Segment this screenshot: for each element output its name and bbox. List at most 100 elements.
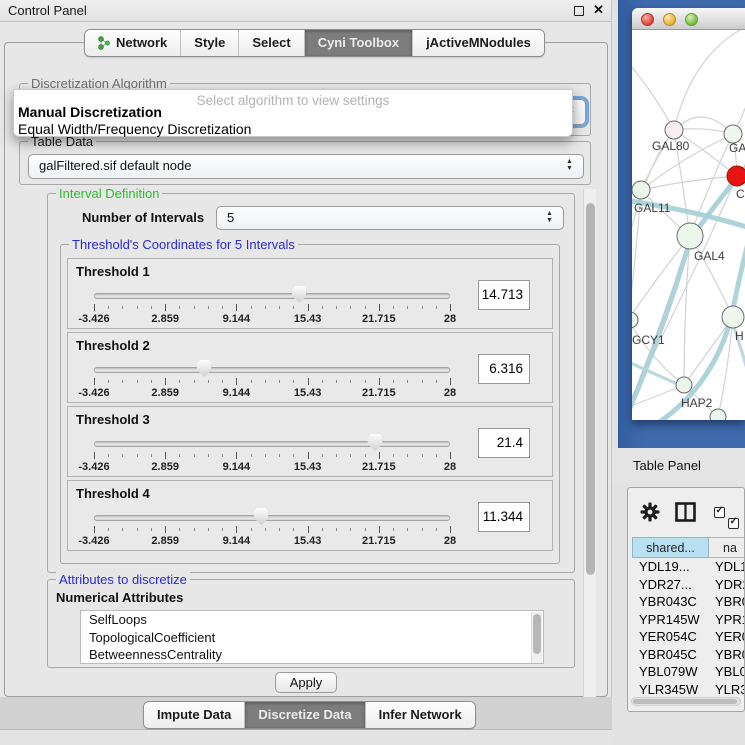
tab-cyni-toolbox[interactable]: Cyni Toolbox	[304, 30, 412, 56]
checkbox-icon[interactable]	[714, 507, 725, 518]
node-label: GA	[729, 141, 745, 155]
table-data-group: Table Data galFiltered.sif default node …	[19, 141, 591, 185]
cell-name[interactable]: YLR3	[709, 681, 745, 699]
close-traffic-light-icon[interactable]	[641, 13, 654, 26]
cell-name[interactable]: YBR0	[709, 593, 745, 611]
cell-name[interactable]: YDR2	[709, 576, 745, 594]
table-panel-title: Table Panel	[633, 458, 701, 473]
table-row[interactable]: YBR045CYBR0	[632, 646, 745, 664]
scrollbar-thumb[interactable]	[586, 203, 595, 575]
attribute-list-item[interactable]: TopologicalCoefficient	[81, 629, 543, 647]
right-panel: GAL80GACGAL11GAL4GCY1HHAP2 Table Panel s…	[612, 0, 745, 745]
table-row[interactable]: YBR043CYBR0	[632, 593, 745, 611]
network-node[interactable]	[632, 181, 650, 199]
table-row[interactable]: YDL19...YDL1	[632, 558, 745, 576]
network-window-titlebar[interactable]	[632, 8, 745, 30]
attribute-list-item[interactable]: BetweennessCentrality	[81, 646, 543, 664]
table-data-combobox[interactable]: galFiltered.sif default node ▲▼	[28, 154, 584, 179]
network-canvas[interactable]: GAL80GACGAL11GAL4GCY1HHAP2	[632, 30, 745, 420]
tick-mark	[436, 380, 437, 383]
cell-shared-name[interactable]: YDL19...	[632, 558, 709, 576]
table-row[interactable]: YER054CYER0	[632, 628, 745, 646]
column-header-shared-name[interactable]: shared...	[632, 537, 709, 558]
tick-mark	[379, 378, 380, 385]
cell-shared-name[interactable]: YDR27...	[632, 576, 709, 594]
num-intervals-combobox[interactable]: 5 ▲▼	[216, 206, 564, 230]
cell-name[interactable]: YBR0	[709, 646, 745, 664]
table-hscrollbar[interactable]	[631, 697, 741, 706]
threshold-slider[interactable]: -3.4262.8599.14415.4321.71528	[94, 433, 450, 473]
table-row[interactable]: YBL079WYBL0	[632, 663, 745, 681]
cell-shared-name[interactable]: YBR043C	[632, 593, 709, 611]
close-icon[interactable]: ✕	[593, 2, 604, 18]
slider-track[interactable]	[94, 441, 450, 447]
minimize-traffic-light-icon[interactable]	[663, 13, 676, 26]
tick-mark	[407, 454, 408, 457]
tab-network[interactable]: Network	[85, 30, 180, 56]
table-row[interactable]: YDR27...YDR2	[632, 576, 745, 594]
gear-icon[interactable]	[640, 502, 660, 527]
threshold-value-field[interactable]: 21.4	[478, 428, 530, 458]
list-scrollbar[interactable]	[531, 612, 542, 664]
slider-thumb[interactable]	[197, 360, 212, 377]
tab-select[interactable]: Select	[238, 30, 303, 56]
tab-jactivemnodules[interactable]: jActiveMNodules	[412, 30, 544, 56]
network-node[interactable]	[665, 121, 683, 139]
threshold-slider[interactable]: -3.4262.8599.14415.4321.71528	[94, 285, 450, 325]
table-row[interactable]: YPR145WYPR1	[632, 611, 745, 629]
threshold-slider[interactable]: -3.4262.8599.14415.4321.71528	[94, 507, 450, 547]
threshold-value-field[interactable]: 11.344	[478, 502, 530, 532]
threshold-slider[interactable]: -3.4262.8599.14415.4321.71528	[94, 359, 450, 399]
network-node[interactable]	[710, 409, 726, 420]
tab-discretize-data[interactable]: Discretize Data	[244, 702, 364, 728]
numerical-attributes-list[interactable]: SelfLoopsTopologicalCoefficientBetweenne…	[80, 610, 544, 664]
network-node[interactable]	[676, 377, 692, 393]
checkbox-icon[interactable]	[728, 518, 739, 529]
cell-name[interactable]: YBL0	[709, 663, 745, 681]
tick-mark	[265, 380, 266, 383]
network-node[interactable]	[727, 166, 745, 186]
network-edge	[632, 60, 674, 130]
threshold-title: Threshold 4	[76, 486, 150, 501]
cell-name[interactable]: YPR1	[709, 611, 745, 629]
tab-impute-data[interactable]: Impute Data	[144, 702, 244, 728]
slider-thumb[interactable]	[254, 508, 269, 525]
tab-label: Discretize Data	[258, 707, 351, 722]
tick-mark	[422, 380, 423, 383]
apply-button[interactable]: Apply	[275, 672, 337, 693]
zoom-traffic-light-icon[interactable]	[685, 13, 698, 26]
threshold-value-field[interactable]: 6.316	[478, 354, 530, 384]
threshold-value-field[interactable]: 14.713	[478, 280, 530, 310]
slider-track[interactable]	[94, 367, 450, 373]
network-node[interactable]	[677, 223, 703, 249]
tab-style[interactable]: Style	[180, 30, 238, 56]
attribute-list-item[interactable]: SelfLoops	[81, 611, 543, 629]
tick-mark	[379, 304, 380, 311]
cell-name[interactable]: YDL1	[709, 558, 745, 576]
cell-name[interactable]: YER0	[709, 628, 745, 646]
slider-thumb[interactable]	[292, 286, 307, 303]
numerical-attributes-label: Numerical Attributes	[56, 590, 183, 605]
cell-shared-name[interactable]: YPR145W	[632, 611, 709, 629]
dropdown-option-manual[interactable]: Manual Discretization	[18, 104, 162, 120]
cell-shared-name[interactable]: YLR345W	[632, 681, 709, 699]
tab-infer-network[interactable]: Infer Network	[365, 702, 475, 728]
table-row[interactable]: YLR345WYLR3	[632, 681, 745, 699]
tick-label: 15.43	[294, 535, 322, 547]
split-columns-icon[interactable]	[675, 502, 696, 527]
scrollbar-thumb[interactable]	[633, 699, 737, 704]
slider-track[interactable]	[94, 515, 450, 521]
slider-thumb[interactable]	[368, 434, 383, 451]
slider-track[interactable]	[94, 293, 450, 299]
float-icon[interactable]	[574, 6, 584, 16]
cell-shared-name[interactable]: YBR045C	[632, 646, 709, 664]
network-node[interactable]	[632, 312, 638, 328]
cell-shared-name[interactable]: YBL079W	[632, 663, 709, 681]
network-node[interactable]	[722, 306, 744, 328]
dropdown-option-equal-width[interactable]: Equal Width/Frequency Discretization	[18, 121, 251, 137]
cell-shared-name[interactable]: YER054C	[632, 628, 709, 646]
tick-mark	[179, 306, 180, 309]
settings-scrollbar[interactable]	[583, 189, 596, 697]
interval-definition-group: Interval Definition Number of Intervals …	[47, 193, 575, 573]
column-header-name[interactable]: na	[709, 537, 745, 558]
